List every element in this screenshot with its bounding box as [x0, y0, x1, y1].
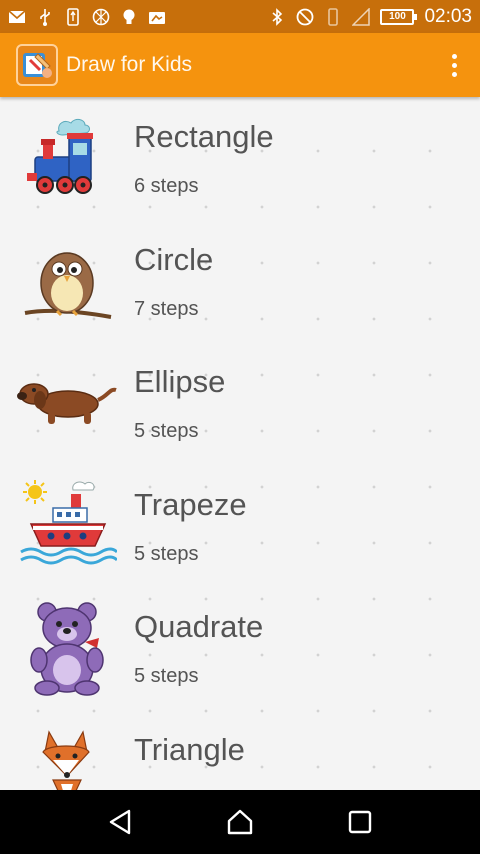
ship-icon: [14, 473, 120, 579]
recents-icon[interactable]: [336, 798, 384, 846]
teddy-bear-icon: [14, 595, 120, 701]
app-bar: Draw for Kids: [0, 33, 480, 97]
navigation-bar: [0, 790, 480, 854]
fox-icon: [14, 718, 120, 790]
back-icon[interactable]: [96, 798, 144, 846]
signal-icon: [352, 7, 371, 26]
vibrate-icon: [324, 7, 342, 26]
aperture-icon: [92, 8, 110, 26]
bluetooth-icon: [268, 7, 286, 26]
item-title: Trapeze: [134, 486, 247, 522]
item-title: Rectangle: [134, 119, 274, 154]
home-icon[interactable]: [216, 798, 264, 846]
list-item-rectangle[interactable]: Rectangle 6 steps: [0, 97, 480, 220]
item-steps: 5 steps: [134, 420, 199, 442]
photo-icon: [148, 8, 166, 26]
app-title: Draw for Kids: [66, 53, 193, 76]
list-item-trapeze[interactable]: Trapeze 5 steps: [0, 465, 480, 588]
notification-icons: [8, 7, 166, 26]
train-icon: [14, 105, 120, 211]
item-title: Quadrate: [134, 609, 264, 644]
system-icons: 100 02:03: [268, 6, 472, 28]
dnd-icon: [296, 8, 314, 26]
clock: 02:03: [424, 5, 472, 27]
more-vert-icon[interactable]: [438, 41, 470, 89]
item-steps: 7 steps: [134, 297, 199, 320]
owl-icon: [14, 228, 120, 334]
lesson-list: Rectangle 6 steps Circle 7 steps Ellipse…: [0, 97, 480, 790]
item-steps: 5 steps: [134, 665, 199, 687]
item-title: Ellipse: [134, 364, 226, 399]
item-steps: 5 steps: [134, 542, 199, 565]
list-item-circle[interactable]: Circle 7 steps: [0, 220, 480, 343]
list-item-triangle[interactable]: Triangle: [0, 710, 480, 790]
usb-storage-icon: [64, 7, 82, 26]
battery-icon: 100: [380, 8, 418, 25]
mail-icon: [8, 8, 26, 26]
list-item-ellipse[interactable]: Ellipse 5 steps: [0, 342, 480, 465]
item-title: Circle: [134, 241, 214, 277]
app-logo: [16, 44, 58, 86]
dachshund-icon: [14, 350, 120, 456]
usb-icon: [36, 8, 54, 26]
item-steps: 6 steps: [134, 175, 199, 197]
item-title: Triangle: [134, 731, 245, 767]
status-bar: 100 02:03: [0, 0, 480, 33]
list-item-quadrate[interactable]: Quadrate 5 steps: [0, 587, 480, 710]
bulb-icon: [120, 8, 138, 26]
